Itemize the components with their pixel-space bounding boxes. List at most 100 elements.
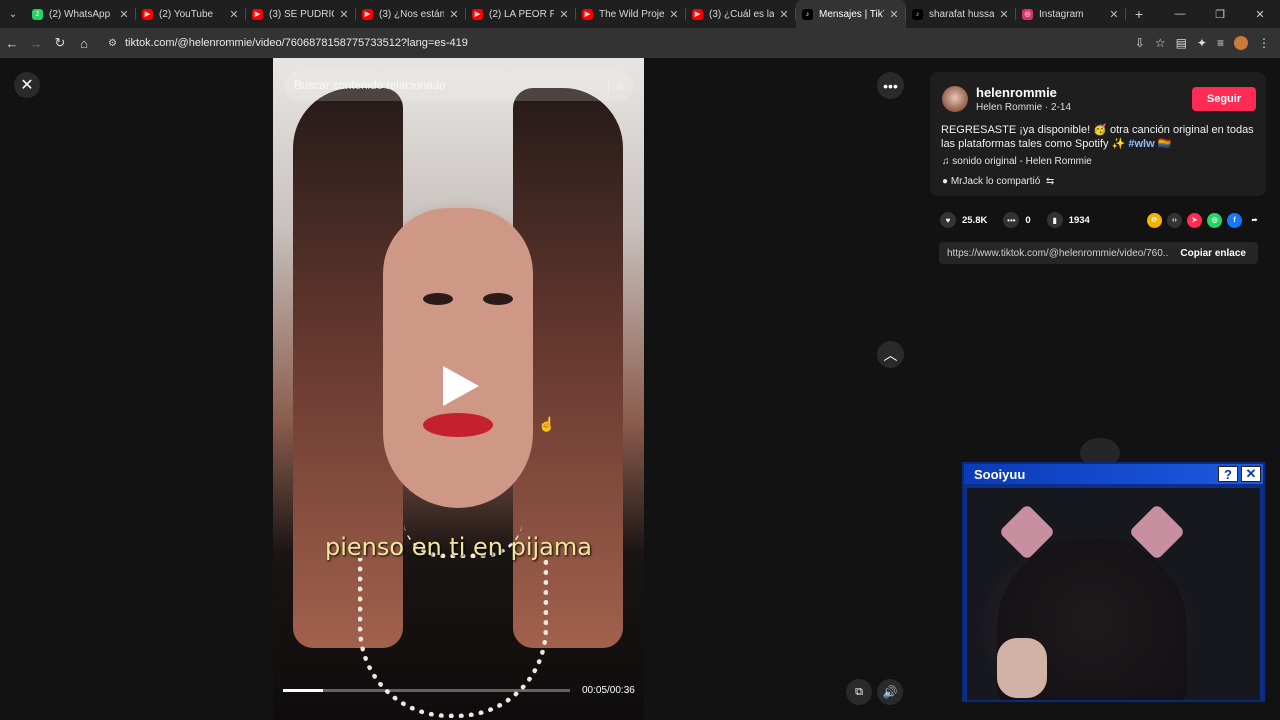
tab-separator (1125, 8, 1126, 20)
tab-close-icon[interactable]: ✕ (668, 8, 680, 21)
video-progress-bar[interactable] (283, 689, 570, 692)
video-player[interactable]: Buscar contenido relacionado ⌕ pienso en… (273, 58, 644, 720)
extension-icon[interactable]: ▤ (1176, 36, 1187, 50)
video-caption: pienso en ti en pijama (325, 533, 592, 561)
browser-tab[interactable]: ▶ (3) ¿Nos están en ✕ (356, 0, 466, 28)
tab-favicon-icon: ◎ (1022, 8, 1033, 20)
new-tab-button[interactable]: + (1126, 6, 1152, 22)
video-frame-lips (423, 413, 493, 437)
volume-button[interactable]: 🔊 (877, 679, 903, 705)
webcam-window[interactable]: Sooiyuu ? ✕ (962, 462, 1265, 702)
address-bar[interactable]: ⚙ tiktok.com/@helenrommie/video/76068781… (102, 32, 1102, 54)
browser-tab[interactable]: 2 (2) WhatsApp ✕ (26, 0, 136, 28)
share-arrow-icon[interactable]: ➦ (1247, 213, 1262, 228)
close-icon: ✕ (20, 77, 34, 94)
tab-close-icon[interactable]: ✕ (118, 8, 130, 21)
whatsapp-icon[interactable]: ◎ (1207, 212, 1222, 228)
tab-label: Mensajes | TikTok (819, 8, 884, 20)
home-icon[interactable]: ⌂ (72, 36, 96, 51)
browser-tab[interactable]: ▶ (2) YouTube ✕ (136, 0, 246, 28)
browser-tab[interactable]: ▶ (2) LA PEOR PELU ✕ (466, 0, 576, 28)
share-link-url[interactable]: https://www.tiktok.com/@helenrommie/vide… (939, 248, 1168, 259)
video-frame-eye-right (483, 293, 513, 305)
heart-icon[interactable]: ♥ (940, 212, 956, 228)
previous-video-button[interactable]: ︿ (877, 341, 904, 368)
webcam-person-hand (997, 638, 1047, 698)
tab-close-icon[interactable]: ✕ (228, 8, 240, 21)
back-icon[interactable]: ← (0, 36, 24, 51)
tab-list: 2 (2) WhatsApp ✕ ▶ (2) YouTube ✕ ▶ (3) SE PUDRI… (26, 0, 1126, 28)
reload-icon[interactable]: ↻ (48, 35, 72, 51)
browser-tab[interactable]: ▶ The Wild Project ✕ (576, 0, 686, 28)
share-options: ⟳ ‹› ➤ ◎ f ➦ (1147, 212, 1262, 228)
profile-avatar[interactable] (1234, 36, 1248, 50)
embed-icon[interactable]: ‹› (1167, 212, 1182, 228)
tab-favicon-icon: ▶ (582, 8, 593, 20)
browser-tab[interactable]: ▶ (3) ¿Cuál es la ME ✕ (686, 0, 796, 28)
bookmark-icon[interactable]: ▮ (1046, 212, 1063, 228)
window-controls: — ❐ ✕ (1160, 8, 1280, 21)
picture-in-picture-button[interactable]: ⧉ (846, 679, 872, 705)
media-icon[interactable]: ≡ (1217, 36, 1224, 50)
minimize-icon[interactable]: — (1160, 8, 1200, 21)
tab-close-icon[interactable]: ✕ (558, 8, 570, 21)
tab-close-icon[interactable]: ✕ (778, 8, 790, 21)
post-description: REGRESASTE ¡ya disponible! 🥳 otra canció… (941, 123, 1259, 151)
tab-close-icon[interactable]: ✕ (888, 8, 900, 21)
install-icon[interactable]: ⇩ (1135, 36, 1145, 50)
facebook-icon[interactable]: f (1227, 212, 1242, 228)
tab-favicon-icon: ▶ (252, 8, 263, 20)
follow-button[interactable]: Seguir (1192, 87, 1256, 111)
play-icon[interactable] (443, 366, 479, 406)
author-subline: Helen Rommie · 2-14 (976, 102, 1072, 113)
forward-icon[interactable]: → (24, 36, 48, 51)
browser-tab[interactable]: ♪ Mensajes | TikTok ✕ (796, 0, 906, 28)
tab-favicon-icon: ▶ (362, 8, 373, 20)
related-search-placeholder: Buscar contenido relacionado (294, 80, 446, 92)
tab-favicon-icon: ▶ (472, 8, 483, 20)
video-frame-pearls-long (358, 558, 548, 718)
more-options-button[interactable]: ••• (877, 72, 904, 99)
tab-search-icon[interactable]: ⌄ (0, 0, 26, 28)
tab-close-icon[interactable]: ✕ (1108, 8, 1120, 21)
music-title: sonido original - Helen Rommie (952, 156, 1092, 167)
repost-icon: ⇆ (1043, 176, 1055, 187)
restore-icon[interactable]: ❐ (1200, 8, 1240, 21)
browser-tab[interactable]: ◎ Instagram ✕ (1016, 0, 1126, 28)
browser-menu-icon[interactable]: ⋮ (1258, 36, 1270, 50)
close-video-button[interactable]: ✕ (14, 72, 40, 98)
site-info-icon[interactable]: ⚙ (108, 38, 117, 49)
webcam-title: Sooiyuu (974, 466, 1026, 482)
author-username[interactable]: helenrommie (976, 85, 1057, 100)
tab-label: sharafat hussain (929, 8, 994, 20)
webcam-close-button[interactable]: ✕ (1241, 466, 1261, 482)
browser-toolbar: ← → ↻ ⌂ ⚙ tiktok.com/@helenrommie/video/… (0, 28, 1280, 58)
copy-link-button[interactable]: Copiar enlace (1168, 248, 1258, 259)
repost-share-icon[interactable]: ⟳ (1147, 212, 1162, 228)
tab-label: (2) YouTube (159, 8, 214, 20)
related-search-input[interactable]: Buscar contenido relacionado ⌕ (284, 71, 634, 101)
tab-strip: ⌄ 2 (2) WhatsApp ✕ ▶ (2) YouTube ✕ ▶ (3) SE PUD… (0, 0, 1280, 28)
browser-tab[interactable]: ♪ sharafat hussain ✕ (906, 0, 1016, 28)
more-icon: ••• (883, 77, 898, 94)
tab-close-icon[interactable]: ✕ (998, 8, 1010, 21)
tab-favicon-icon: 2 (32, 8, 43, 20)
hashtag-link[interactable]: #wlw (1128, 138, 1154, 150)
tab-close-icon[interactable]: ✕ (338, 8, 350, 21)
send-icon[interactable]: ➤ (1187, 212, 1202, 228)
video-frame-face (383, 208, 533, 508)
tab-close-icon[interactable]: ✕ (448, 8, 460, 21)
bookmark-star-icon[interactable]: ☆ (1155, 36, 1166, 50)
webcam-help-button[interactable]: ? (1218, 466, 1238, 482)
post-description-text: REGRESASTE ¡ya disponible! 🥳 otra canció… (941, 124, 1254, 150)
tab-favicon-icon: ▶ (142, 8, 153, 20)
extensions-puzzle-icon[interactable]: ✦ (1197, 36, 1207, 50)
music-info[interactable]: ♫ sonido original - Helen Rommie (942, 156, 1092, 167)
window-close-icon[interactable]: ✕ (1240, 8, 1280, 21)
comment-icon[interactable]: ••• (1003, 212, 1020, 228)
speaker-icon: 🔊 (882, 685, 898, 699)
search-icon[interactable]: ⌕ (607, 78, 624, 94)
author-avatar[interactable] (942, 86, 968, 112)
browser-tab[interactable]: ▶ (3) SE PUDRIO TO ✕ (246, 0, 356, 28)
chevron-up-icon: ︿ (883, 346, 898, 363)
